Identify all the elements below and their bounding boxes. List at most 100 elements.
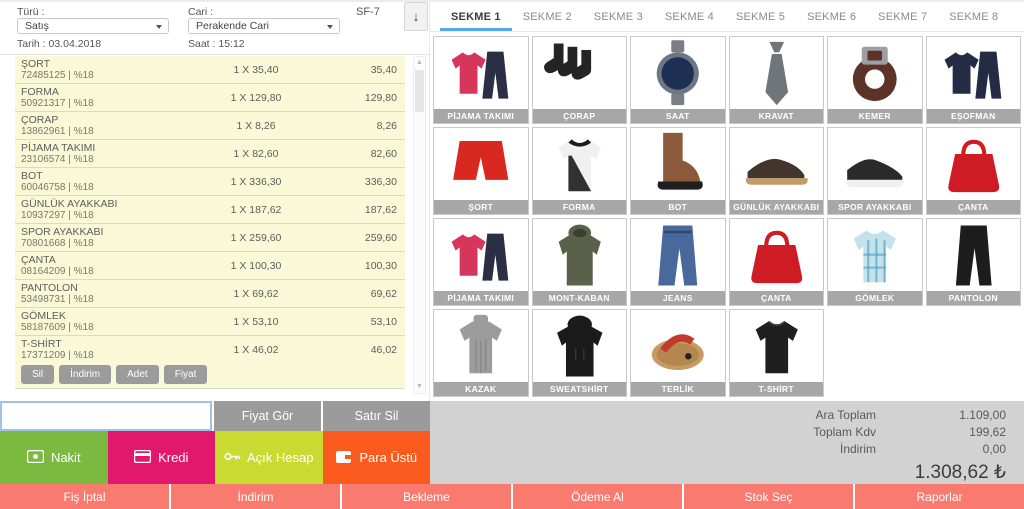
customer-select-value: Perakende Cari [196, 20, 269, 32]
cart-item-row[interactable]: T-SHİRT17371209 | %181 X 46,0246,02Silİn… [15, 336, 405, 389]
item-qty: 1 X 53,10 [193, 316, 319, 328]
scrollbar-thumb[interactable] [415, 70, 424, 112]
item-total: 259,60 [319, 232, 397, 244]
product-tile[interactable]: KAZAK [433, 309, 529, 397]
product-tile-label: EŞOFMAN [927, 109, 1021, 123]
product-tile[interactable]: GÜNLÜK AYAKKABI [729, 127, 825, 215]
product-tile[interactable]: MONT-KABAN [532, 218, 628, 306]
item-total: 53,10 [319, 316, 397, 328]
item-name: FORMA [21, 86, 193, 98]
product-image [533, 310, 627, 383]
cart-item-row[interactable]: SPOR AYAKKABI70801668 | %181 X 259,60259… [15, 224, 405, 252]
product-tile[interactable]: T-SHİRT [729, 309, 825, 397]
product-tile[interactable]: PANTOLON [926, 218, 1022, 306]
product-tile[interactable]: BOT [630, 127, 726, 215]
row-action-button-3[interactable]: Fiyat [164, 365, 208, 384]
product-tile-label: PİJAMA TAKIMI [434, 291, 528, 305]
product-tile[interactable]: SWEATSHİRT [532, 309, 628, 397]
item-name: PANTOLON [21, 282, 193, 294]
item-code: 58187609 | %18 [21, 322, 193, 333]
subtotal-label: Ara Toplam [816, 407, 876, 424]
type-select[interactable]: Satış [17, 18, 169, 34]
item-name: SPOR AYAKKABI [21, 226, 193, 238]
cart-item-row[interactable]: ŞORT72485125 | %181 X 35,4035,40 [15, 56, 405, 84]
product-tile[interactable]: JEANS [630, 218, 726, 306]
price-check-button[interactable]: Fiyat Gör [214, 401, 321, 431]
credit-button-label: Kredi [158, 450, 188, 465]
scroll-up-icon[interactable]: ▲ [414, 57, 425, 69]
item-code: 53498731 | %18 [21, 294, 193, 305]
chevron-down-icon [327, 25, 333, 29]
divider [0, 54, 429, 55]
tab-2[interactable]: SEKME 2 [512, 2, 583, 31]
product-tile[interactable]: KRAVAT [729, 36, 825, 124]
product-tile[interactable]: ÇANTA [729, 218, 825, 306]
bottom-bar-button-0[interactable]: Fiş İptal [0, 484, 171, 509]
row-action-button-2[interactable]: Adet [116, 365, 159, 384]
item-code: 17371209 | %18 [21, 350, 193, 361]
cart-item-row[interactable]: ÇANTA08164209 | %181 X 100,30100,30 [15, 252, 405, 280]
product-tile-label: BOT [631, 200, 725, 214]
product-tile[interactable]: EŞOFMAN [926, 36, 1022, 124]
product-image [828, 128, 922, 201]
tab-7[interactable]: SEKME 7 [867, 2, 938, 31]
product-tile-label: ÇORAP [533, 109, 627, 123]
product-tile[interactable]: TERLİK [630, 309, 726, 397]
customer-select[interactable]: Perakende Cari [188, 18, 340, 34]
change-button-label: Para Üstü [359, 450, 417, 465]
product-tile[interactable]: FORMA [532, 127, 628, 215]
product-image [631, 128, 725, 201]
row-action-button-0[interactable]: Sil [21, 365, 54, 384]
product-tile[interactable]: ŞORT [433, 127, 529, 215]
chevron-down-icon [156, 25, 162, 29]
cart-item-row[interactable]: PANTOLON53498731 | %181 X 69,6269,62 [15, 280, 405, 308]
cash-button[interactable]: Nakit [0, 431, 108, 484]
change-button[interactable]: Para Üstü [323, 431, 431, 484]
bottom-bar-button-1[interactable]: İndirim [171, 484, 342, 509]
bottom-bar-button-4[interactable]: Stok Seç [684, 484, 855, 509]
product-tile[interactable]: KEMER [827, 36, 923, 124]
scroll-down-icon[interactable]: ▼ [414, 381, 425, 393]
bottom-bar-button-3[interactable]: Ödeme Al [513, 484, 684, 509]
credit-button[interactable]: Kredi [108, 431, 216, 484]
cart-list: ŞORT72485125 | %181 X 35,4035,40FORMA509… [15, 56, 405, 389]
date-text: Tarih : 03.04.2018 [17, 38, 101, 50]
product-tile[interactable]: PİJAMA TAKIMI [433, 36, 529, 124]
download-button[interactable]: ↓ [404, 2, 428, 31]
tab-1[interactable]: SEKME 1 [440, 2, 512, 31]
tab-8[interactable]: SEKME 8 [938, 2, 1009, 31]
type-select-value: Satış [25, 20, 49, 32]
product-image [828, 219, 922, 292]
cart-item-row[interactable]: PİJAMA TAKIMI23106574 | %181 X 82,6082,6… [15, 140, 405, 168]
cart-item-row[interactable]: ÇORAP13862961 | %181 X 8,268,26 [15, 112, 405, 140]
product-tile[interactable]: SPOR AYAKKABI [827, 127, 923, 215]
delete-line-button[interactable]: Satır Sil [323, 401, 430, 431]
cart-scrollbar[interactable]: ▲ ▼ [413, 56, 426, 394]
bottom-bar-button-2[interactable]: Bekleme [342, 484, 513, 509]
product-tile[interactable]: ÇORAP [532, 36, 628, 124]
pos-app: Türü : Satış Cari : Perakende Cari SF-7 … [0, 0, 1024, 509]
bottom-bar-button-5[interactable]: Raporlar [855, 484, 1024, 509]
open-account-button[interactable]: Açık Hesap [215, 431, 323, 484]
row-action-button-1[interactable]: İndirim [59, 365, 111, 384]
product-tile[interactable]: ÇANTA [926, 127, 1022, 215]
product-tile[interactable]: GÖMLEK [827, 218, 923, 306]
cart-item-row[interactable]: GÖMLEK58187609 | %181 X 53,1053,10 [15, 308, 405, 336]
barcode-input[interactable] [0, 401, 212, 431]
tax-value: 199,62 [876, 424, 1006, 441]
tab-4[interactable]: SEKME 4 [654, 2, 725, 31]
tab-3[interactable]: SEKME 3 [583, 2, 654, 31]
product-tile[interactable]: SAAT [630, 36, 726, 124]
product-image [434, 128, 528, 201]
product-tile[interactable]: PİJAMA TAKIMI [433, 218, 529, 306]
tab-6[interactable]: SEKME 6 [796, 2, 867, 31]
product-panel: SEKME 1SEKME 2SEKME 3SEKME 4SEKME 5SEKME… [430, 2, 1024, 401]
cart-item-row[interactable]: FORMA50921317 | %181 X 129,80129,80 [15, 84, 405, 112]
cart-item-row[interactable]: BOT60046758 | %181 X 336,30336,30 [15, 168, 405, 196]
item-qty: 1 X 129,80 [193, 92, 319, 104]
item-code: 60046758 | %18 [21, 182, 193, 193]
open-account-button-label: Açık Hesap [247, 450, 313, 465]
product-tile-label: ÇANTA [927, 200, 1021, 214]
cart-item-row[interactable]: GÜNLÜK AYAKKABI10937297 | %181 X 187,621… [15, 196, 405, 224]
tab-5[interactable]: SEKME 5 [725, 2, 796, 31]
